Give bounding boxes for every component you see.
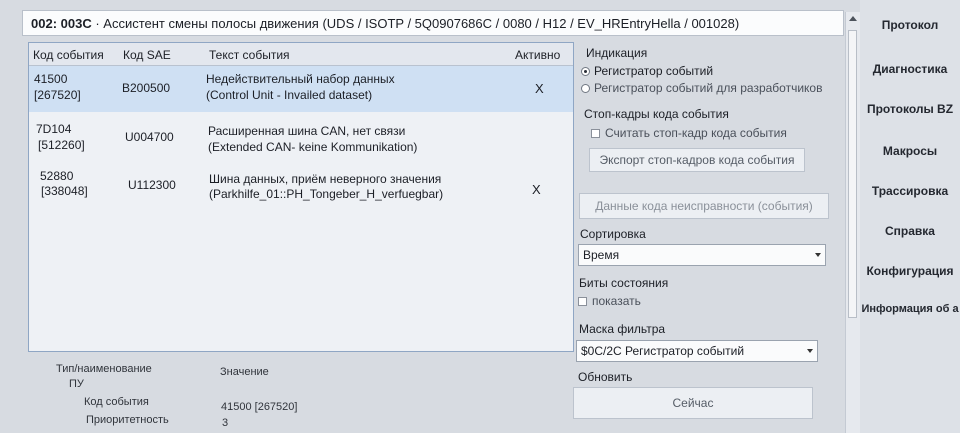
event-sae-code: U112300 — [128, 178, 176, 192]
freeze-frame-checkbox-label: Считать стоп-кадр кода события — [605, 126, 787, 140]
sort-select-value: Время — [583, 248, 620, 262]
header-code[interactable]: Код события — [33, 48, 104, 62]
filter-mask-label: Маска фильтра — [579, 322, 666, 336]
filter-mask-select-value: $0C/2C Регистратор событий — [581, 344, 745, 358]
status-bits-label: Биты состояния — [579, 276, 669, 290]
title-address: 002: 003C — [31, 16, 92, 31]
refresh-now-button[interactable]: Сейчас — [573, 387, 813, 419]
header-text[interactable]: Текст события — [209, 48, 290, 62]
checkbox-icon — [591, 129, 600, 138]
event-code: 52880 — [40, 169, 74, 183]
event-text-ru: Недействительный набор данных — [206, 72, 395, 86]
nav-item-help[interactable]: Справка — [860, 224, 960, 238]
freeze-frame-label: Стоп-кадры кода события — [584, 107, 729, 121]
options-panel: Индикация Регистратор событий Регистрато… — [573, 42, 841, 433]
window-title: 002: 003C · Ассистент смены полосы движе… — [22, 10, 844, 36]
options-scrollbar[interactable] — [845, 12, 860, 433]
event-active-mark: X — [535, 81, 544, 96]
event-code: 41500 — [34, 72, 68, 86]
event-code-decimal: [338048] — [41, 184, 88, 198]
nav-item-macros[interactable]: Макросы — [860, 144, 960, 158]
sort-label: Сортировка — [580, 227, 646, 241]
nav-item-diagnostics[interactable]: Диагностика — [860, 62, 960, 76]
header-active[interactable]: Активно — [515, 48, 560, 62]
details-row-name: Приоритетность — [86, 414, 169, 426]
status-bits-checkbox[interactable]: показать — [578, 294, 641, 308]
radio-event-recorder-label: Регистратор событий — [594, 64, 714, 78]
indication-label: Индикация — [586, 46, 648, 60]
freeze-frame-checkbox[interactable]: Считать стоп-кадр кода события — [591, 126, 787, 140]
radio-event-recorder[interactable]: Регистратор событий — [581, 64, 713, 78]
filter-mask-select[interactable]: $0C/2C Регистратор событий — [576, 340, 818, 362]
header-sae[interactable]: Код SAE — [123, 48, 171, 62]
nav-item-bz-protocols[interactable]: Протоколы BZ — [860, 102, 960, 116]
radio-developer-recorder[interactable]: Регистратор событий для разработчиков — [581, 81, 822, 95]
export-freeze-frames-button[interactable]: Экспорт стоп-кадров кода события — [589, 148, 805, 172]
sort-select[interactable]: Время — [578, 244, 826, 266]
status-bits-checkbox-label: показать — [592, 294, 641, 308]
scrollbar-thumb[interactable] — [848, 30, 857, 318]
nav-item-protocol[interactable]: Протокол — [860, 18, 960, 32]
events-table-header: Код события Код SAE Текст события Активн… — [29, 43, 573, 66]
radio-unselected-icon — [581, 84, 590, 93]
event-code-decimal: [267520] — [34, 88, 81, 102]
table-row[interactable]: 52880 [338048] U112300 Шина данных, приё… — [29, 165, 573, 211]
nav-item-configuration[interactable]: Конфигурация — [860, 264, 960, 278]
details-header-value: Значение — [220, 366, 269, 378]
checkbox-icon — [578, 297, 587, 306]
event-text-ru: Расширенная шина CAN, нет связи — [208, 124, 406, 138]
chevron-down-icon — [815, 253, 821, 257]
events-table: Код события Код SAE Текст события Активн… — [28, 42, 574, 352]
details-header-type: Тип/наименование — [56, 363, 152, 375]
details-row-value: 3 — [222, 417, 229, 429]
nav-item-information[interactable]: Информация об а — [860, 303, 960, 315]
chevron-down-icon — [807, 349, 813, 353]
radio-selected-icon — [581, 67, 590, 76]
event-code-decimal: [512260] — [38, 138, 85, 152]
table-row[interactable]: 7D104 [512260] U004700 Расширенная шина … — [29, 116, 573, 162]
event-sae-code: U004700 — [125, 130, 174, 144]
event-active-mark: X — [532, 182, 541, 197]
event-text-en: (Extended CAN- keine Kommunikation) — [208, 140, 418, 154]
event-text-ru: Шина данных, приём неверного значения — [209, 172, 442, 186]
table-row[interactable]: 41500 [267520] B200500 Недействительный … — [29, 66, 573, 112]
refresh-label: Обновить — [578, 370, 633, 384]
event-text-en: (Control Unit - Invailed dataset) — [206, 88, 373, 102]
details-row-value: 41500 [267520] — [221, 401, 298, 413]
details-row-name: Код события — [84, 396, 149, 408]
details-group: ПУ — [69, 378, 84, 390]
event-details: Тип/наименование Значение ПУ Код события… — [28, 356, 574, 433]
main-navigation: Протокол Диагностика Протоколы BZ Макрос… — [860, 0, 960, 433]
radio-developer-recorder-label: Регистратор событий для разработчиков — [594, 81, 823, 95]
fault-data-button[interactable]: Данные кода неисправности (события) — [579, 193, 829, 219]
scroll-up-arrow-icon[interactable] — [849, 16, 857, 21]
nav-item-tracing[interactable]: Трассировка — [860, 184, 960, 198]
title-description: · Ассистент смены полосы движения (UDS /… — [91, 16, 740, 31]
event-code: 7D104 — [36, 122, 72, 136]
event-sae-code: B200500 — [122, 81, 171, 95]
event-text-en: (Parkhilfe_01::PH_Tongeber_H_verfuegbar) — [209, 187, 444, 201]
